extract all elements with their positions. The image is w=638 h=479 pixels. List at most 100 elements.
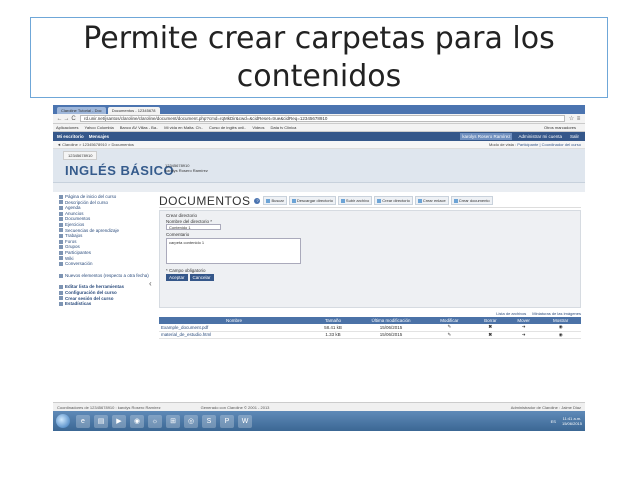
file-name[interactable]: material_de_estudio.html [159,331,309,339]
megaphone-icon [59,211,63,216]
col-show: Mostrar [540,317,581,324]
help-icon[interactable]: ? [254,197,261,204]
file-size: 58.41 kB [309,324,357,332]
documents-main: DOCUMENTOS ? Buscar Descargar directorio… [159,194,581,339]
slide: Permite crear carpetas para los contenid… [0,0,638,479]
taskbar-powerpoint-icon[interactable]: P [220,414,234,428]
bookmark-item[interactable]: Yahoo Colombia [84,125,113,130]
taskbar-app-icon[interactable]: ☼ [148,414,162,428]
bookmarks-bar: Aplicaciones Yahoo Colombia Banco AV Vil… [53,124,585,132]
sidebar-new-items[interactable]: Nuevos elementos (respecto a otra fecha) [59,273,155,279]
address-bar[interactable]: rd.unir.net/jsantos/claroline/claroline/… [80,115,565,122]
create-folder-button[interactable]: Crear directorio [374,196,413,205]
taskbar-app-icon[interactable]: ⊞ [166,414,180,428]
account-link[interactable]: Administrar mi cuenta [516,133,564,140]
stats-icon [59,301,63,306]
my-desktop-link[interactable]: Mi escritorio [57,134,84,139]
folder-name-input[interactable]: Contenido 1 [166,224,221,230]
course-title: INGLÉS BÁSICO [65,163,175,178]
home-icon [59,194,63,199]
course-code-tab[interactable]: 12345678910 [63,151,98,160]
settings-icon [59,290,63,295]
table-row: material_de_estudio.html 1.33 kB 15/06/2… [159,331,581,339]
col-date[interactable]: Última modificación [357,317,425,324]
browser-tab-documentos[interactable]: Documentos - 12345678 [107,107,160,114]
taskbar-ie-icon[interactable]: e [76,414,90,428]
bookmark-item[interactable]: Aplicaciones [56,125,78,130]
visibility-icon[interactable]: ◉ [540,331,581,339]
accept-button[interactable]: Aceptar [166,274,188,281]
comment-textarea[interactable]: carpeta contenido 1 [166,237,301,264]
session-icon [59,296,63,301]
collapse-sidebar-icon[interactable]: ‹ [149,279,152,288]
folder-plus-icon [377,198,382,203]
view-switcher: Lista de archivos Miniaturas de las imág… [159,310,581,317]
col-move: Mover [506,317,541,324]
edit-pencil-icon[interactable]: ✎ [425,324,474,332]
view-mode-options[interactable]: Participante | Coordinador del curso [517,142,581,147]
search-icon [266,198,271,203]
file-name[interactable]: Example_document.pdf [159,324,309,332]
move-icon[interactable]: ➜ [506,331,541,339]
footer-powered-by[interactable]: Generado con Claroline © 2001 - 2013 [201,405,270,410]
taskbar-skype-icon[interactable]: S [202,414,216,428]
footer-coordinators: Coordinadores de 12345678910 : karolys R… [57,404,161,410]
back-icon[interactable]: ← [56,116,63,122]
checklist-icon [59,222,63,227]
bookmark-star-icon[interactable]: ☆ [568,115,575,122]
language-indicator[interactable]: ES [551,419,556,424]
edit-icon [59,285,63,290]
taskbar-media-icon[interactable]: ▶ [112,414,126,428]
bookmark-item[interactable]: Banco AV Villas - Ba.. [120,125,159,130]
col-size[interactable]: Tamaño [309,317,357,324]
document-icon [453,198,458,203]
create-document-button[interactable]: Crear documento [450,196,493,205]
create-link-button[interactable]: Crear enlace [414,196,449,205]
file-date: 15/06/2015 [357,331,425,339]
assignment-icon [59,233,63,238]
forward-icon[interactable]: → [63,116,70,122]
move-icon[interactable]: ➜ [506,324,541,332]
course-teacher: karolys Rosero Ramírez [165,168,208,173]
logout-link[interactable]: Salir [568,133,581,140]
file-list-view[interactable]: Lista de archivos [496,311,526,316]
bookmark-item[interactable]: Data tv Clinica [271,125,297,130]
taskbar-explorer-icon[interactable]: ▤ [94,414,108,428]
forum-icon [59,239,63,244]
delete-icon[interactable]: ✖ [473,324,507,332]
search-button[interactable]: Buscar [263,196,287,205]
file-date: 15/06/2015 [357,324,425,332]
table-header-row: Nombre Tamaño Última modificación Modifi… [159,317,581,324]
delete-icon[interactable]: ✖ [473,331,507,339]
reload-icon[interactable]: C [70,116,77,122]
start-button[interactable] [56,414,70,428]
other-bookmarks[interactable]: Otros marcadores [544,125,576,130]
files-table: Nombre Tamaño Última modificación Modifi… [159,317,581,339]
footer-admin: Administrador de Claroline : Jaime Diaz [510,404,581,410]
system-tray: ES 11:41 a.m. 15/06/2015 [547,416,582,426]
course-meta: 12345678910 karolys Rosero Ramírez [165,163,208,173]
course-sidebar: Página de inicio del curso Descripción d… [59,194,155,307]
taskbar-clock[interactable]: 11:41 a.m. 15/06/2015 [562,416,582,426]
cancel-button[interactable]: Cancelar [189,274,214,281]
wiki-icon [59,256,63,261]
visibility-icon[interactable]: ◉ [540,324,581,332]
bookmark-item[interactable]: Curso de inglés onli.. [209,125,246,130]
upload-file-button[interactable]: Subir archivo [337,196,373,205]
page-body: Página de inicio del curso Descripción d… [53,192,585,402]
link-icon [417,198,422,203]
taskbar-word-icon[interactable]: W [238,414,252,428]
edit-pencil-icon[interactable]: ✎ [425,331,474,339]
browser-menu-icon[interactable]: ≡ [575,116,582,122]
taskbar-chrome-icon[interactable]: ◉ [130,414,144,428]
browser-tab-tutorial[interactable]: Claroline Tutorial - Doc [57,107,106,114]
bookmark-item[interactable]: Mi vida en Malta. Ch.. [164,125,203,130]
bookmark-item[interactable]: Videos [252,125,264,130]
sidebar-tool-stats[interactable]: Estadísticas [59,301,155,307]
thumbnail-view[interactable]: Miniaturas de las imágenes [532,311,581,316]
taskbar-app-icon[interactable]: ◎ [184,414,198,428]
breadcrumb-path[interactable]: ◄ Claroline > 12345678910 > Documentos [57,142,134,147]
messages-link[interactable]: Mensajes [89,134,109,139]
col-name[interactable]: Nombre [159,317,309,324]
download-folder-button[interactable]: Descargar directorio [288,196,336,205]
